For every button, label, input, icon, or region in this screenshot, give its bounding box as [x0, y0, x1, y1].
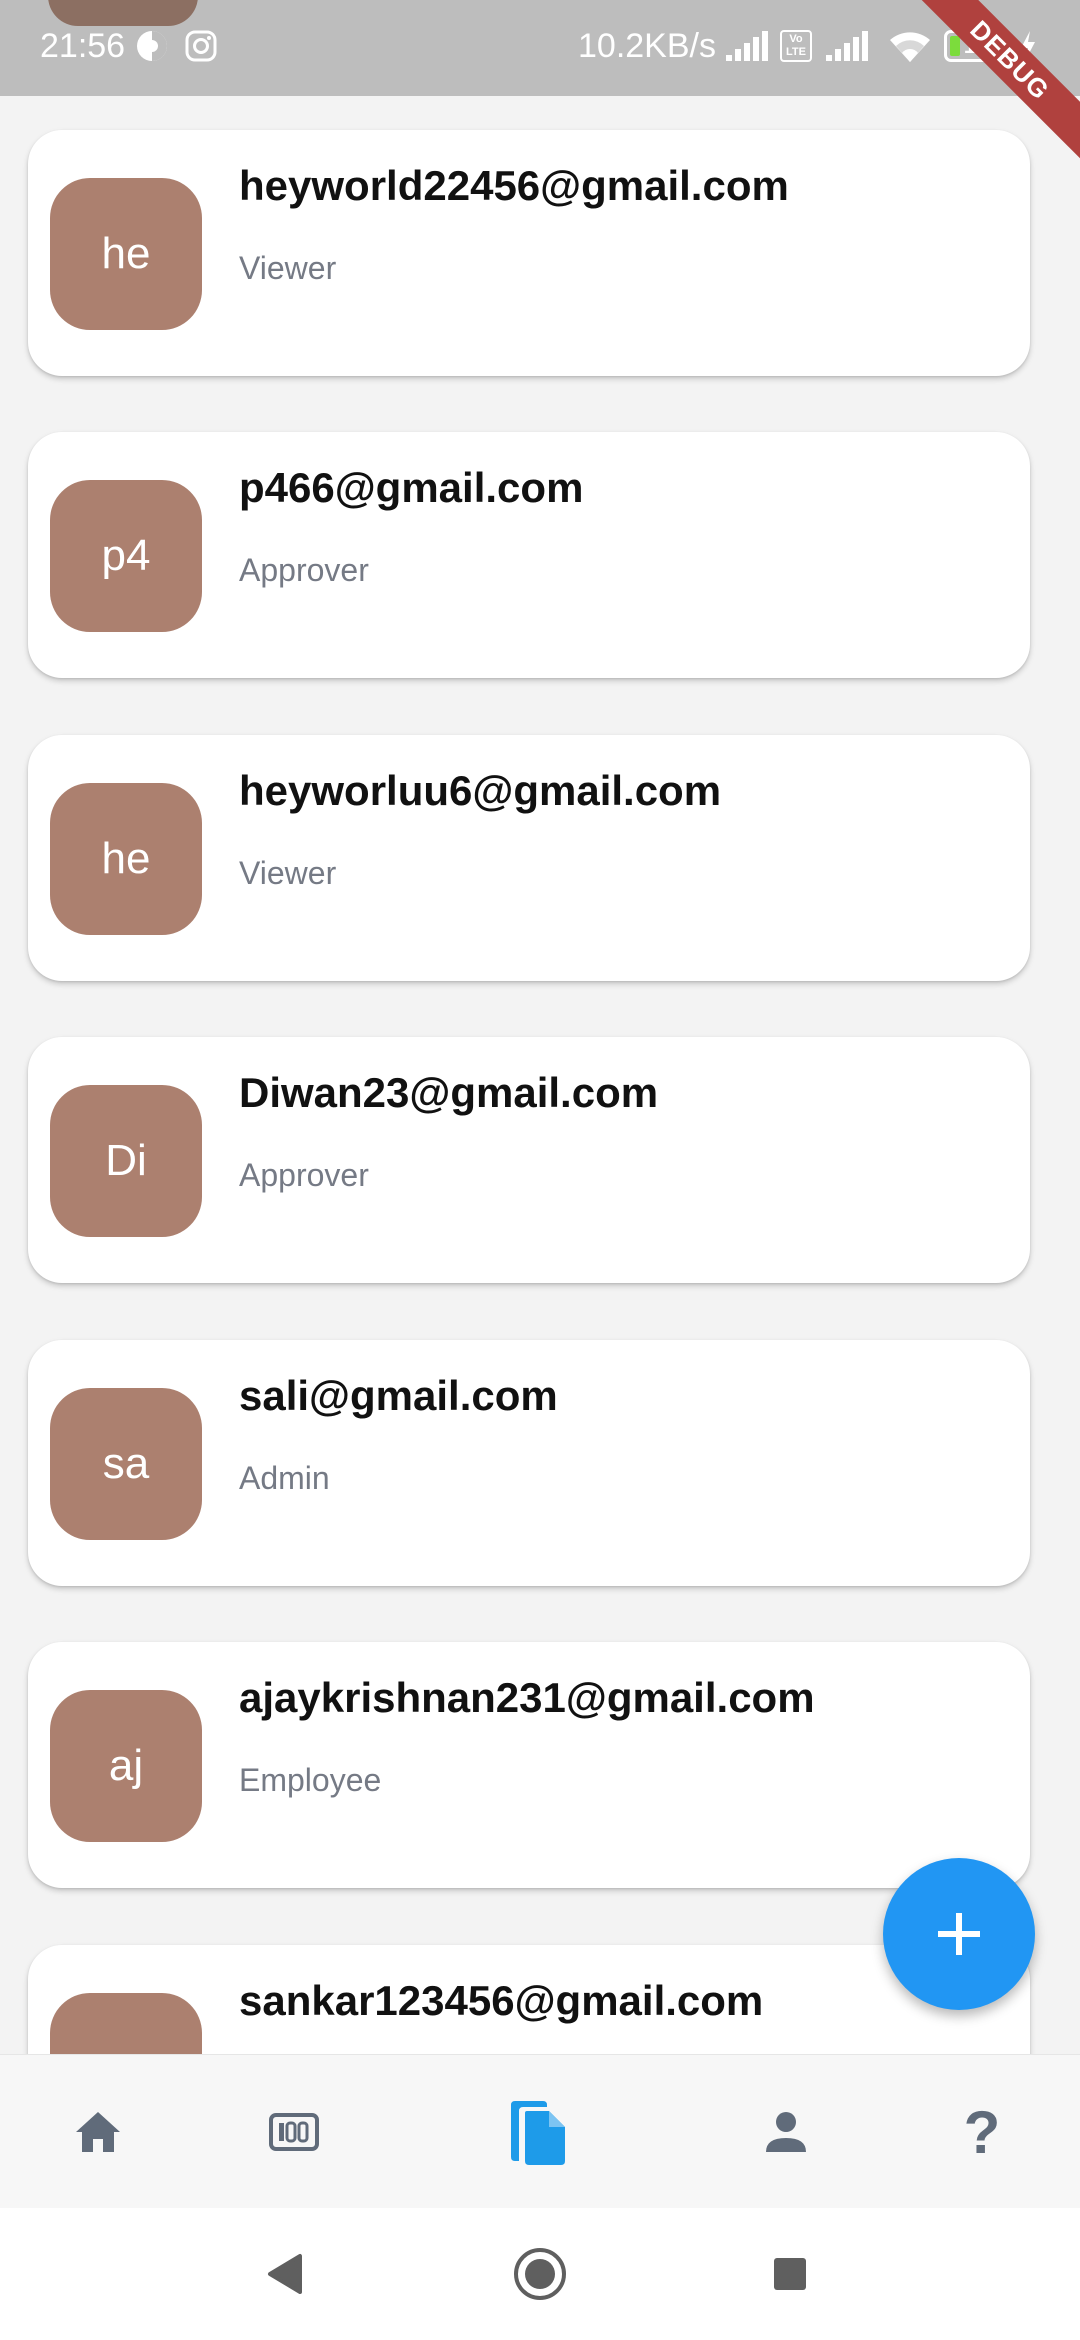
user-avatar: aj — [50, 1690, 202, 1842]
user-role: Approver — [239, 1157, 369, 1193]
signal-icon — [724, 26, 774, 66]
user-avatar: he — [50, 178, 202, 330]
user-email: p466@gmail.com — [239, 464, 584, 511]
back-triangle-icon — [268, 2254, 302, 2294]
user-email: ajaykrishnan231@gmail.com — [239, 1674, 815, 1721]
user-role: Viewer — [239, 855, 337, 891]
user-email: heyworluu6@gmail.com — [239, 767, 722, 814]
user-list[interactable]: he heyworld22456@gmail.com Viewer p4 p46… — [0, 96, 1080, 2054]
nav-home[interactable] — [38, 2055, 158, 2209]
user-card[interactable]: sankar123456@gmail.com — [28, 1945, 1030, 2054]
status-bar: 21:56 10.2KB/s VoLTE 15 — [0, 0, 1080, 96]
user-email: sankar123456@gmail.com — [239, 1977, 764, 2024]
user-card[interactable]: Di Diwan23@gmail.com Approver — [28, 1037, 1030, 1283]
system-home-button[interactable] — [504, 2238, 576, 2310]
user-card[interactable]: he heyworluu6@gmail.com Viewer — [28, 735, 1030, 981]
recents-square-icon — [774, 2258, 806, 2290]
user-email: sali@gmail.com — [239, 1372, 558, 1419]
dashboard-icon — [269, 2113, 319, 2151]
add-user-button[interactable] — [883, 1858, 1035, 2010]
user-email: Diwan23@gmail.com — [239, 1069, 659, 1116]
system-navigation-bar — [0, 2208, 1080, 2340]
plus-icon — [938, 1913, 980, 1955]
system-recents-button[interactable] — [754, 2238, 826, 2310]
home-icon — [76, 2112, 120, 2152]
user-email: heyworld22456@gmail.com — [239, 162, 789, 209]
home-circle-icon — [514, 2248, 566, 2300]
user-avatar: Di — [50, 1085, 202, 1237]
user-role: Admin — [239, 1460, 330, 1496]
user-card[interactable]: aj ajaykrishnan231@gmail.com Employee — [28, 1642, 1030, 1888]
wifi-icon — [886, 26, 934, 66]
volte-icon: Vo LTE — [780, 26, 812, 66]
profile-icon — [766, 2112, 806, 2152]
user-avatar — [50, 1993, 202, 2054]
user-role: Viewer — [239, 250, 337, 286]
help-icon: ? — [963, 2098, 1001, 2166]
user-card[interactable]: sa sali@gmail.com Admin — [28, 1340, 1030, 1586]
network-speed: 10.2KB/s — [578, 27, 716, 65]
nav-help[interactable]: ? — [922, 2055, 1042, 2209]
user-avatar: he — [50, 783, 202, 935]
avatar-peek — [48, 0, 198, 26]
volte-bottom-text: LTE — [786, 46, 806, 58]
instagram-icon — [184, 26, 218, 66]
signal-icon-secondary — [824, 26, 874, 66]
documents-icon — [511, 2101, 565, 2165]
nav-documents[interactable] — [478, 2055, 598, 2209]
volte-top-text: Vo — [789, 33, 803, 45]
nav-dashboard[interactable] — [234, 2055, 354, 2209]
user-avatar: p4 — [50, 480, 202, 632]
status-time: 21:56 — [40, 27, 126, 65]
user-role: Approver — [239, 552, 369, 588]
nav-profile[interactable] — [726, 2055, 846, 2209]
system-back-button[interactable] — [248, 2238, 320, 2310]
user-card[interactable]: he heyworld22456@gmail.com Viewer — [28, 130, 1030, 376]
user-card[interactable]: p4 p466@gmail.com Approver — [28, 432, 1030, 678]
bottom-navigation: ? — [0, 2054, 1080, 2208]
app-screen: 21:56 10.2KB/s VoLTE 15 DEBUG he — [0, 0, 1080, 2340]
notification-app-icon — [134, 26, 170, 66]
user-avatar: sa — [50, 1388, 202, 1540]
user-role: Employee — [239, 1762, 382, 1798]
